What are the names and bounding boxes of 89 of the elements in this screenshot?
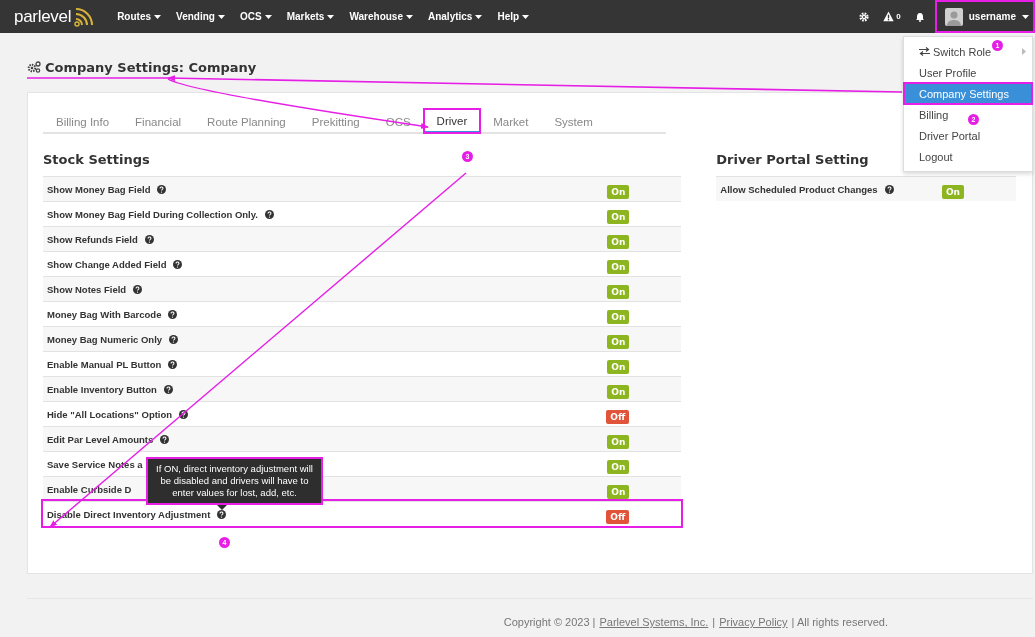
help-icon[interactable] [133, 284, 143, 294]
help-icon[interactable] [157, 184, 167, 194]
tooltip: If ON, direct inventory adjustment will be disabled and drivers will have to enter values for lost, add, etc. [146, 457, 323, 505]
nav-menu[interactable]: Analytics [427, 11, 483, 22]
copyright-text: Copyright © 2023 | [503, 616, 596, 628]
help-icon[interactable] [163, 384, 173, 394]
tab[interactable]: Market [480, 109, 542, 133]
toggle-switch[interactable]: On [607, 309, 630, 324]
signal-logo-icon [73, 5, 96, 28]
help-icon[interactable] [264, 209, 274, 219]
caret-icon [217, 14, 225, 19]
menu-item[interactable]: Logout [917, 146, 955, 167]
toggle-switch[interactable]: On [607, 484, 630, 499]
setting-label: Show Notes Field [47, 283, 127, 295]
tab[interactable]: Driver [423, 109, 481, 133]
toggle-switch[interactable]: On [607, 259, 630, 274]
alert-count: 0 [896, 12, 901, 21]
toggle-switch[interactable]: Off [606, 509, 630, 524]
gears-icon [27, 61, 41, 73]
section-heading: Driver Portal Setting [716, 152, 869, 168]
tab[interactable]: System [541, 109, 606, 133]
help-icon[interactable] [168, 309, 178, 319]
menu-item[interactable]: Company Settings [904, 83, 1032, 104]
nav-menu[interactable]: Routes [117, 11, 162, 22]
menu-item[interactable]: Driver Portal [917, 125, 983, 146]
bell-icon[interactable] [914, 11, 925, 22]
company-link[interactable]: Parlevel Systems, Inc. [599, 616, 709, 628]
warning-icon[interactable] [883, 11, 895, 22]
avatar-icon [944, 7, 963, 26]
toggle-switch[interactable]: On [607, 334, 630, 349]
help-icon[interactable] [168, 359, 178, 369]
setting-label: Show Money Bag Field During Collection Only. [47, 208, 258, 220]
menu-item[interactable]: Billing [917, 104, 951, 125]
setting-label: Allow Scheduled Product Changes [720, 183, 878, 195]
toggle-switch[interactable]: On [607, 459, 630, 474]
help-icon[interactable] [217, 509, 227, 519]
menu-item[interactable]: User Profile [917, 62, 979, 83]
caret-icon [475, 14, 483, 19]
tooltip-pointer-icon [217, 505, 227, 510]
nav-menu[interactable]: Markets [286, 11, 335, 22]
toggle-switch[interactable]: On [607, 384, 630, 399]
help-icon[interactable] [169, 334, 179, 344]
toggle-switch[interactable]: On [607, 284, 630, 299]
toggle-switch[interactable]: On [607, 359, 630, 374]
user-menu-button[interactable]: username [934, 0, 1035, 33]
setting-label: Enable Inventory Button [47, 383, 157, 395]
separator-text: | [712, 616, 716, 628]
nav-menu[interactable]: Warehouse [349, 11, 413, 22]
help-icon[interactable] [884, 184, 894, 194]
settings-icon[interactable] [859, 11, 870, 22]
swap-arrows-icon [919, 47, 930, 56]
page-title: Company Settings: Company [45, 59, 257, 75]
submenu-arrow-icon [1022, 48, 1026, 55]
caret-icon [1022, 14, 1029, 19]
help-icon[interactable] [160, 434, 170, 444]
help-icon[interactable] [144, 234, 154, 244]
setting-label: Money Bag Numeric Only [47, 333, 163, 345]
caret-icon [264, 14, 272, 19]
setting-label: Edit Par Level Amounts [47, 433, 154, 445]
nav-menu[interactable]: Vending [176, 11, 225, 22]
caret-icon [327, 14, 335, 19]
caret-icon [522, 14, 530, 19]
setting-label: Show Money Bag Field [47, 183, 151, 195]
toggle-switch[interactable]: On [607, 434, 630, 449]
setting-label: Show Change Added Field [47, 258, 167, 270]
toggle-switch[interactable]: On [607, 184, 630, 199]
nav-menu[interactable]: Help [497, 11, 530, 22]
caret-icon [405, 14, 413, 19]
toggle-switch[interactable]: On [607, 209, 630, 224]
rights-text: | All rights reserved. [791, 616, 888, 628]
tab[interactable]: Prekitting [298, 109, 373, 133]
setting-label: Hide "All Locations" Option [47, 408, 173, 420]
privacy-link[interactable]: Privacy Policy [719, 616, 788, 628]
help-icon[interactable] [173, 259, 183, 269]
nav-menu[interactable]: OCS [239, 11, 272, 22]
caret-icon [154, 14, 162, 19]
setting-label: Show Refunds Field [47, 233, 138, 245]
logo-text[interactable]: parlevel [14, 6, 72, 27]
toggle-switch[interactable]: On [607, 234, 630, 249]
toggle-switch[interactable]: On [941, 184, 964, 199]
tab[interactable]: Billing Info [43, 109, 123, 133]
menu-item[interactable]: Switch Role [917, 41, 994, 62]
setting-label: Enable Manual PL Button [47, 358, 162, 370]
section-heading: Stock Settings [43, 152, 150, 168]
tab[interactable]: Route Planning [194, 109, 299, 133]
setting-label: Money Bag With Barcode [47, 308, 162, 320]
toggle-switch[interactable]: Off [606, 409, 630, 424]
help-icon[interactable] [179, 409, 189, 419]
tab[interactable]: Financial [122, 109, 195, 133]
